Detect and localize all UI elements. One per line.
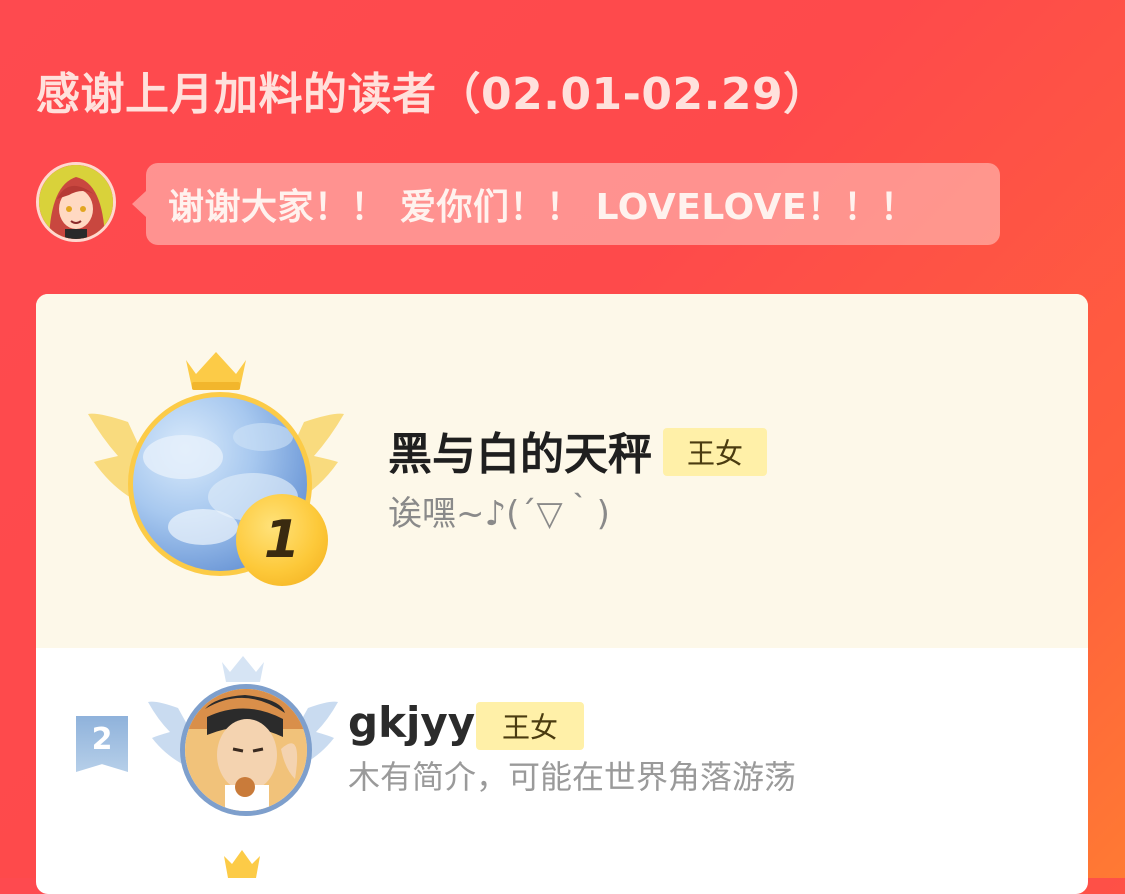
rank1-title-tag: 王女 [663,428,768,476]
rank1-username[interactable]: 黑与白的天秤 [388,418,652,482]
author-message-text: 谢谢大家！！ 爱你们！！ LOVELOVE！！！ [168,187,917,228]
author-message-bubble: 谢谢大家！！ 爱你们！！ LOVELOVE！！！ [132,163,1000,245]
author-avatar[interactable] [36,162,116,242]
rank2-avatar-image [185,689,307,811]
rank1-badge: 1 [236,494,328,586]
author-avatar-image [39,165,113,239]
rank2-username[interactable]: gkjyy [348,698,475,747]
rank2-title-tag: 王女 [476,702,585,750]
rank2-flag: 2 [76,716,128,772]
rank2-bio: 木有简介，可能在世界角落游荡 [348,758,797,796]
crown-icon [224,850,260,878]
rank2-avatar[interactable] [180,684,312,816]
ranking-card: 1 黑与白的天秤 王女 诶嘿~♪(´▽｀) 2 gkjyy 王女 木有简介，可能… [36,294,1088,894]
page-title: 感谢上月加料的读者（02.01-02.29） [36,69,828,120]
rank1-bio: 诶嘿~♪(´▽｀) [388,494,610,534]
